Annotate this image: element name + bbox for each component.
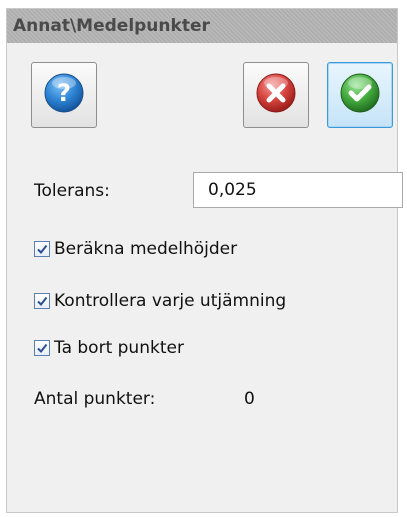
checkbox-berakna-medelhojder[interactable]: Beräkna medelhöjder: [34, 238, 237, 260]
checkbox-checked-icon[interactable]: [34, 293, 50, 309]
checkbox-checked-icon[interactable]: [34, 241, 50, 257]
checkbox-ta-bort-punkter[interactable]: Ta bort punkter: [34, 337, 184, 359]
panel-titlebar: Annat\Medelpunkter: [7, 9, 397, 43]
tolerance-input[interactable]: [193, 172, 403, 208]
help-button[interactable]: ?: [31, 62, 97, 128]
checkbox-label: Kontrollera varje utjämning: [54, 291, 287, 311]
checkbox-label: Beräkna medelhöjder: [54, 239, 238, 259]
point-count-label: Antal punkter:: [34, 389, 156, 409]
tolerance-label: Tolerans:: [34, 181, 110, 201]
ok-button[interactable]: [327, 62, 393, 128]
help-question-icon: ?: [43, 72, 85, 118]
checkbox-label: Ta bort punkter: [54, 338, 184, 358]
checkbox-checked-icon[interactable]: [34, 340, 50, 356]
cancel-button[interactable]: [243, 62, 309, 128]
point-count-value: 0: [244, 389, 255, 409]
panel-title: Annat\Medelpunkter: [13, 16, 210, 36]
cancel-x-icon: [255, 72, 297, 118]
checkbox-kontrollera-varje-utjamning[interactable]: Kontrollera varje utjämning: [34, 290, 286, 312]
ok-check-icon: [339, 72, 381, 118]
svg-text:?: ?: [57, 79, 71, 107]
medelpunkter-panel: Annat\Medelpunkter ? Tolerans: 0,025 Ber…: [6, 8, 403, 513]
